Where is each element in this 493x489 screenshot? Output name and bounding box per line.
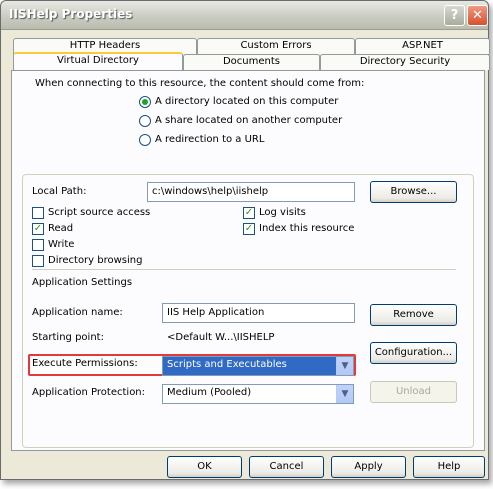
starting-point-value: <Default W...\IISHELP	[167, 332, 275, 343]
directory-browsing-label[interactable]: Directory browsing	[48, 255, 142, 266]
help-button[interactable]: Help	[413, 456, 485, 478]
checkbox-script-source-access[interactable]	[32, 207, 44, 219]
read-label[interactable]: Read	[48, 223, 73, 234]
local-path-field[interactable]: c:\windows\help\iishelp	[147, 182, 355, 202]
checkbox-write[interactable]	[32, 239, 44, 251]
browse-button[interactable]: Browse...	[370, 181, 457, 203]
index-resource-label[interactable]: Index this resource	[259, 223, 354, 234]
tab-virtual-directory[interactable]: Virtual Directory	[13, 52, 183, 70]
application-name-field[interactable]: IIS Help Application	[162, 303, 355, 323]
checkbox-index-resource[interactable]: ✓	[243, 223, 255, 235]
radio-url-redirect-label[interactable]: A redirection to a URL	[155, 134, 264, 145]
radio-local-directory[interactable]	[139, 96, 151, 108]
title-bar[interactable]: IISHelp Properties ? ✕	[1, 1, 488, 30]
properties-dialog: IISHelp Properties ? ✕ HTTP Headers Cust…	[0, 0, 490, 480]
write-label[interactable]: Write	[48, 239, 74, 250]
execute-permissions-value: Scripts and Executables	[167, 359, 287, 370]
checkbox-log-visits[interactable]: ✓	[243, 207, 255, 219]
tab-asp-net[interactable]: ASP.NET	[355, 38, 490, 54]
dropdown-arrow-icon[interactable]: ▼	[336, 385, 353, 403]
help-title-button[interactable]: ?	[444, 5, 465, 26]
radio-remote-share-label[interactable]: A share located on another computer	[155, 115, 342, 126]
checkbox-read[interactable]: ✓	[32, 223, 44, 235]
radio-remote-share[interactable]	[139, 115, 151, 127]
local-path-label: Local Path:	[32, 186, 87, 197]
log-visits-label[interactable]: Log visits	[259, 207, 306, 218]
ok-button[interactable]: OK	[167, 456, 242, 478]
apply-button[interactable]: Apply	[331, 456, 406, 478]
tab-row-2: Virtual Directory Documents Directory Se…	[13, 52, 490, 70]
remove-button[interactable]: Remove	[370, 304, 457, 326]
starting-point-label: Starting point:	[32, 332, 104, 343]
tab-documents[interactable]: Documents	[183, 54, 320, 70]
section-divider	[32, 269, 456, 270]
application-protection-select[interactable]: Medium (Pooled) ▼	[162, 384, 354, 404]
tab-custom-errors[interactable]: Custom Errors	[197, 38, 355, 54]
application-protection-label: Application Protection:	[32, 387, 146, 398]
dropdown-arrow-icon[interactable]: ▼	[336, 357, 353, 375]
execute-permissions-select[interactable]: Scripts and Executables ▼	[162, 356, 354, 376]
application-protection-value: Medium (Pooled)	[167, 387, 252, 398]
execute-permissions-label: Execute Permissions:	[32, 358, 138, 369]
virtual-directory-panel: When connecting to this resource, the co…	[11, 70, 485, 451]
unload-button[interactable]: Unload	[370, 381, 457, 403]
close-button[interactable]: ✕	[467, 5, 488, 26]
application-name-label: Application name:	[32, 307, 123, 318]
window-title: IISHelp Properties	[9, 7, 133, 21]
application-settings-heading: Application Settings	[32, 277, 133, 288]
cancel-button[interactable]: Cancel	[249, 456, 324, 478]
checkbox-directory-browsing[interactable]	[32, 255, 44, 267]
radio-local-directory-label[interactable]: A directory located on this computer	[155, 96, 338, 107]
tab-directory-security[interactable]: Directory Security	[320, 54, 490, 70]
radio-url-redirect[interactable]	[139, 134, 151, 146]
configuration-button[interactable]: Configuration...	[370, 342, 457, 364]
content-source-heading: When connecting to this resource, the co…	[35, 78, 365, 89]
script-source-access-label[interactable]: Script source access	[48, 207, 150, 218]
